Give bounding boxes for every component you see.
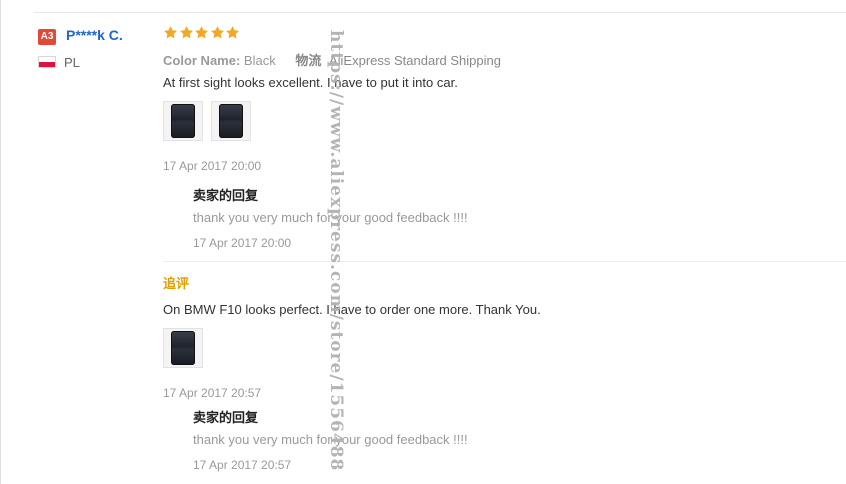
buyer-country: PL [64,55,80,70]
star-rating [163,25,241,40]
seller-reply-date: 17 Apr 2017 20:00 [193,236,292,250]
buyer-level-badge: A3 [38,29,56,45]
photo-image [171,104,195,138]
seller-reply-date: 17 Apr 2017 20:57 [193,458,292,472]
left-border [0,0,1,484]
star-icon [163,25,178,40]
additional-review-text: On BMW F10 looks perfect. I have to orde… [163,302,541,317]
additional-review-label: 追评 [163,276,190,291]
additional-review-date: 17 Apr 2017 20:57 [163,386,262,400]
star-icon [210,25,225,40]
poland-flag-icon [38,56,56,68]
shipping-value: AliExpress Standard Shipping [328,53,501,68]
top-divider [34,12,846,13]
buyer-name[interactable]: P****k C. [66,27,123,43]
store-url-watermark: https://www.aliexpress.com/store/1556488 [326,30,346,472]
review-date: 17 Apr 2017 20:00 [163,159,262,173]
seller-reply-title: 卖家的回复 [193,410,259,425]
color-label: Color Name: [163,53,241,68]
photo-image [171,331,195,365]
review-photo-thumbnail[interactable] [163,101,203,141]
review-text: At first sight looks excellent. I have t… [163,75,458,90]
star-icon [194,25,209,40]
photo-image [219,104,243,138]
shipping-label: 物流 [295,53,322,68]
review-photo-thumbnail[interactable] [211,101,251,141]
color-value: Black [243,53,276,68]
seller-reply-title: 卖家的回复 [193,188,259,203]
section-divider [163,261,846,262]
star-icon [179,25,194,40]
star-icon [225,25,240,40]
additional-review-photo-thumbnail[interactable] [163,328,203,368]
